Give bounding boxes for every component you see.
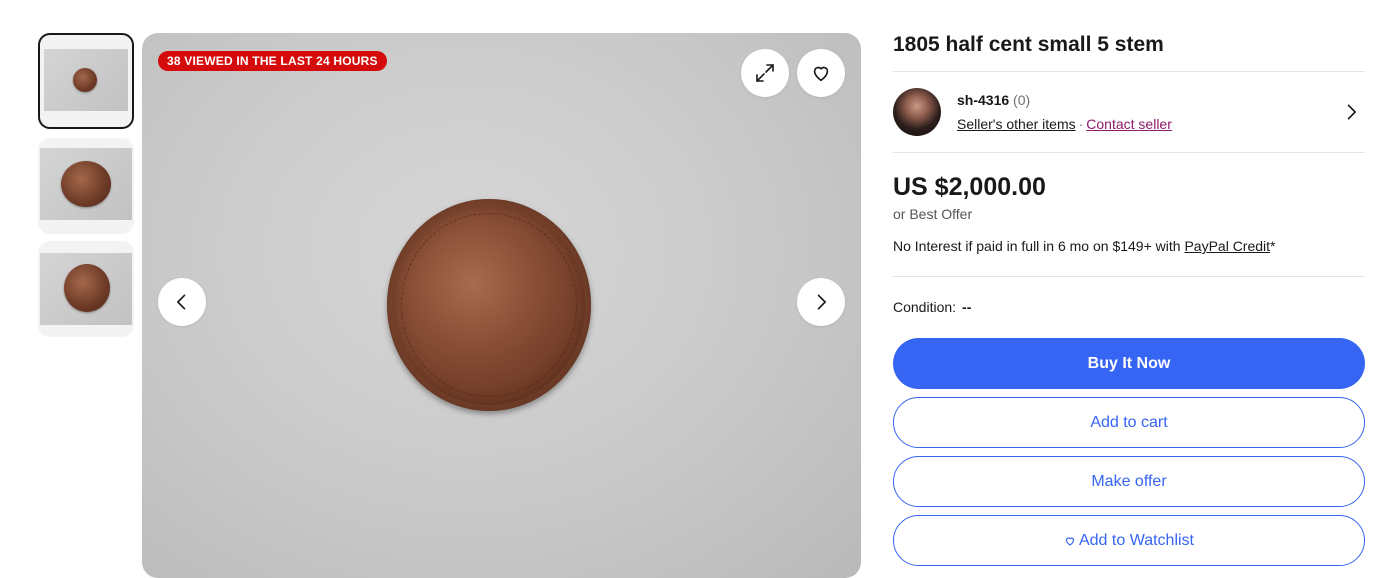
coin-rim — [401, 213, 577, 397]
add-to-watchlist-label: Add to Watchlist — [1078, 531, 1194, 549]
favorite-button[interactable] — [797, 49, 845, 97]
chevron-right-icon — [811, 292, 831, 312]
item-price: US $2,000.00 — [893, 173, 1046, 201]
coin-thumbnail-image — [73, 68, 97, 92]
seller-links: Seller's other items · Contact seller — [957, 116, 1172, 132]
link-separator: · — [1078, 116, 1084, 132]
divider — [893, 71, 1365, 72]
contact-seller-link[interactable]: Contact seller — [1086, 116, 1172, 132]
condition-row: Condition: -- — [893, 299, 971, 315]
seller-feedback-count: (0) — [1013, 92, 1031, 108]
next-image-button[interactable] — [797, 278, 845, 326]
heart-icon — [1064, 535, 1076, 547]
previous-image-button[interactable] — [158, 278, 206, 326]
make-offer-button[interactable]: Make offer — [893, 456, 1365, 507]
coin-image — [387, 199, 591, 411]
seller-name[interactable]: sh-4316 — [957, 92, 1009, 108]
coin-thumbnail-image — [64, 264, 110, 312]
financing-text: No Interest if paid in full in 6 mo on $… — [893, 238, 1185, 254]
seller-info: sh-4316 (0) — [957, 92, 1030, 108]
divider — [893, 276, 1365, 277]
main-image-gallery[interactable]: 38 VIEWED IN THE LAST 24 HOURS — [142, 33, 861, 578]
divider — [893, 152, 1365, 153]
thumbnail-3[interactable] — [38, 241, 134, 337]
expand-button[interactable] — [741, 49, 789, 97]
seller-avatar[interactable] — [893, 88, 941, 136]
coin-thumbnail-image — [61, 161, 111, 207]
paypal-credit-link[interactable]: PayPal Credit — [1184, 238, 1270, 254]
heart-icon — [810, 62, 832, 84]
thumbnail-image — [44, 49, 128, 111]
chevron-left-icon — [172, 292, 192, 312]
condition-value: -- — [962, 299, 972, 315]
chevron-right-icon — [1341, 102, 1361, 122]
buy-it-now-button[interactable]: Buy It Now — [893, 338, 1365, 389]
financing-suffix: * — [1270, 238, 1276, 254]
best-offer-note: or Best Offer — [893, 206, 973, 222]
condition-label: Condition: — [893, 299, 957, 315]
thumbnail-1[interactable] — [38, 33, 134, 129]
add-to-cart-button[interactable]: Add to cart — [893, 397, 1365, 448]
seller-other-items-link[interactable]: Seller's other items — [957, 116, 1076, 132]
expand-icon — [753, 61, 777, 85]
financing-note: No Interest if paid in full in 6 mo on $… — [893, 238, 1276, 254]
add-to-watchlist-button[interactable]: Add to Watchlist — [893, 515, 1365, 566]
thumbnail-image — [40, 148, 132, 220]
viewed-badge: 38 VIEWED IN THE LAST 24 HOURS — [158, 51, 387, 71]
thumbnail-2[interactable] — [38, 138, 134, 234]
thumbnail-image — [40, 253, 132, 325]
item-title: 1805 half cent small 5 stem — [893, 33, 1164, 56]
seller-card-expand[interactable] — [1341, 102, 1361, 127]
